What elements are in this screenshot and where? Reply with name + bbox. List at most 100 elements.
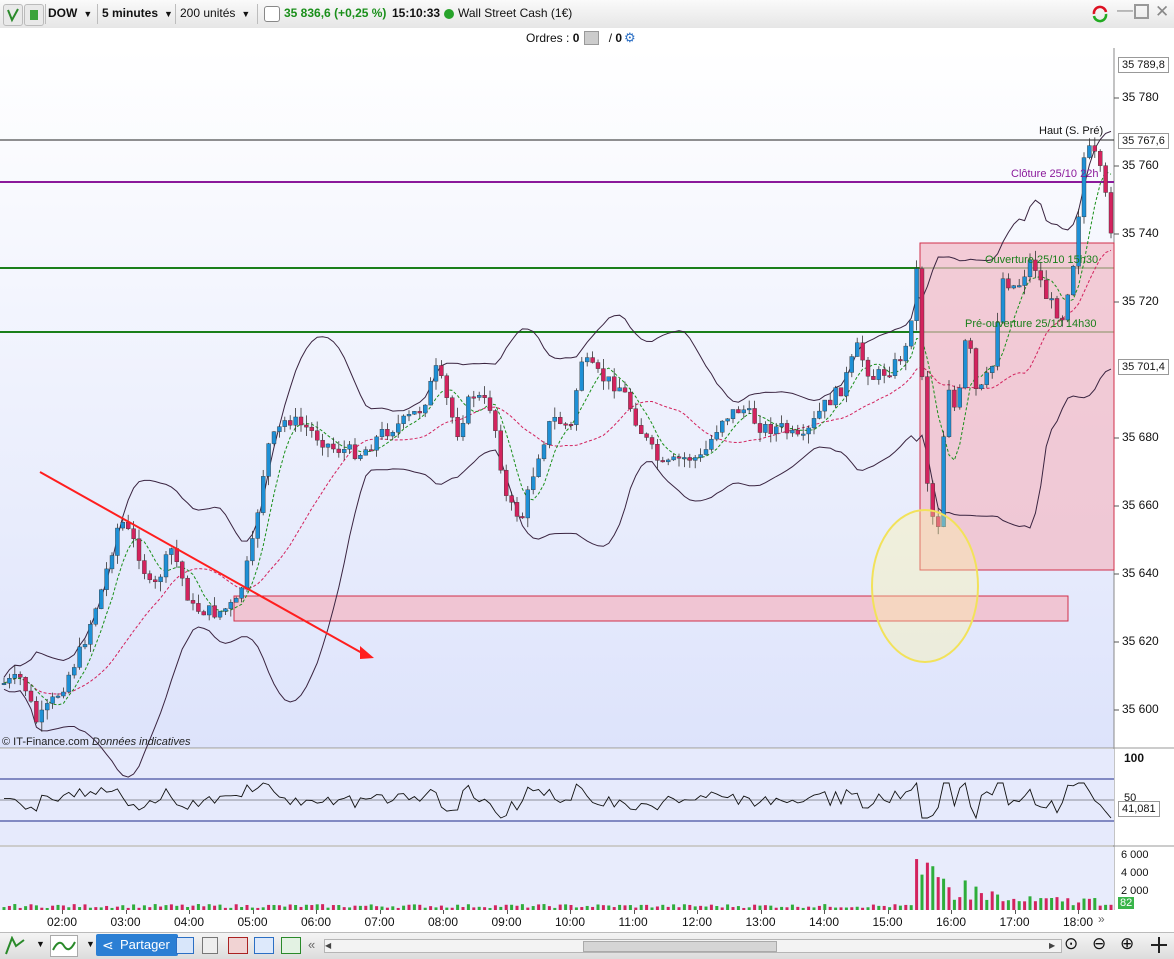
candle [968,340,973,349]
osc-tick-100: 100 [1124,751,1145,765]
candle [131,528,136,539]
candle [806,427,811,435]
candle [541,444,547,460]
vol-tick-2000: 2 000 [1121,885,1149,897]
candle [682,457,687,460]
candle [833,387,838,406]
candle [1097,151,1103,166]
time-tick: 16:00 [936,915,967,929]
price-chart[interactable]: Haut (S. Pré) Clôture 25/10 22h Ouvertur… [0,48,1174,910]
candle [152,579,158,583]
time-tick-mark [125,910,127,914]
time-tick: 12:00 [682,915,713,929]
toggle-icon[interactable] [24,4,44,26]
price-tag-mid: 35 701,4 [1118,359,1169,375]
chevron-down-icon[interactable]: ▼ [36,939,45,949]
candle [179,561,185,579]
candle [282,420,287,427]
share-button[interactable]: ⋖ Partager [96,934,178,956]
volume-bar [1082,898,1086,910]
drawing-tool-icon[interactable] [4,935,26,959]
candle [574,390,579,426]
high-annotation: Haut (S. Pré) [1039,125,1104,137]
candle [504,469,509,496]
volume-bar [1055,897,1059,910]
horizontal-scrollbar[interactable]: ◀ ▶ [324,939,1062,953]
candle [493,410,498,431]
candle [1,683,7,685]
maximize-icon[interactable] [1134,4,1149,19]
scroll-right-icon[interactable]: » [1098,912,1105,926]
symbol-select[interactable]: DOW ▼ [48,3,92,24]
candle [347,444,352,450]
menu-icon[interactable] [3,4,23,26]
time-tick-mark [443,910,444,914]
zoom-fit-icon[interactable]: ⊙ [1064,934,1078,954]
candle [957,387,962,408]
volume-bar [942,878,946,910]
scrollbar-thumb[interactable] [583,941,777,952]
orders-summary: Ordres : 0 / 0 ⚙ [526,30,636,45]
chevron-down-icon: ▼ [83,9,93,19]
zoom-in-icon[interactable]: ⊕ [1120,934,1134,954]
print-icon[interactable] [202,937,218,954]
candle [747,408,752,411]
alert-icon[interactable] [281,937,301,954]
timeframe-select[interactable]: 5 minutes ▼ [102,3,173,24]
candle [471,396,476,399]
scroll-right-icon[interactable]: ▶ [1049,940,1059,952]
quote-icon[interactable] [264,6,280,22]
minimize-icon[interactable]: — [1117,2,1133,20]
units-select[interactable]: 200 unités ▼ [180,3,250,24]
share-icon: ⋖ [102,937,114,953]
candle [185,577,190,601]
scroll-left-icon[interactable]: ◀ [325,940,335,952]
volume-bar [985,899,989,910]
candle [990,366,995,373]
preopen-annotation: Pré-ouverture 25/10 14h30 [965,318,1097,330]
close-icon[interactable]: ✕ [1155,2,1169,22]
candle [320,439,325,448]
candle [849,356,854,373]
chevron-down-icon: ▼ [241,9,251,19]
time-tick: 13:00 [745,915,776,929]
candle [7,677,12,684]
candle [169,548,174,555]
candle [104,568,109,590]
volume-bar [963,880,967,910]
candle [838,387,844,397]
time-tick: 14:00 [809,915,840,929]
candle [1022,276,1027,286]
layout-icon[interactable] [176,937,194,954]
candle [790,429,795,434]
volume-bar [936,877,940,910]
candle [428,380,433,406]
candle [698,454,703,458]
candle [795,429,800,435]
candle [671,456,676,461]
scroll-left-double-icon[interactable]: « [308,937,315,952]
crosshair-icon[interactable] [1150,936,1168,954]
refresh-icon[interactable] [1090,5,1110,26]
candle [622,387,628,393]
zoom-out-icon[interactable]: ⊖ [1092,934,1106,954]
candle [88,624,93,645]
candle [963,340,968,389]
indicator-icon[interactable] [50,935,78,957]
chevron-down-icon[interactable]: ▼ [86,939,95,949]
orders-icon[interactable] [584,31,599,45]
price-tick: 35 640 [1122,566,1159,580]
candle [660,460,665,463]
candle [466,396,471,424]
time-tick-mark [1078,910,1079,914]
status-dot-icon [444,9,454,19]
candle [158,576,163,583]
time-tick-mark [824,910,825,914]
trade-icon[interactable] [228,937,248,954]
gear-icon[interactable]: ⚙ [624,30,636,46]
price-tick: 35 780 [1122,90,1159,104]
time-tick: 05:00 [237,915,268,929]
candle [379,429,385,438]
candle [439,365,444,376]
window-icon[interactable] [254,937,274,954]
